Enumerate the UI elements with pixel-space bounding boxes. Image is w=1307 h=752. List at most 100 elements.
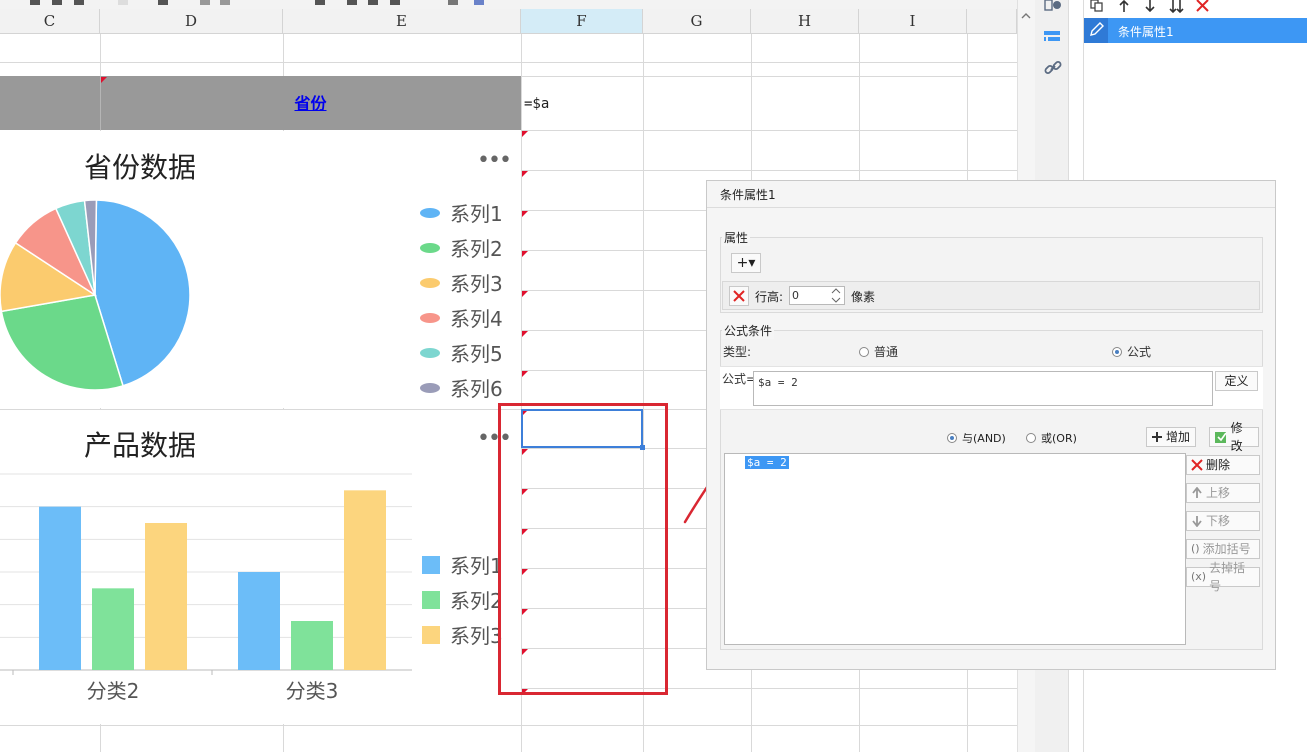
row-height-stepper[interactable]: 0 (789, 286, 845, 305)
column-header-c[interactable]: C (0, 9, 100, 34)
delete-icon[interactable] (1196, 0, 1210, 12)
toolbar-icon[interactable] (474, 0, 484, 5)
cell-marker (101, 77, 107, 83)
condition-list-entry[interactable]: $a = 2 (745, 456, 789, 469)
radio-button[interactable] (1026, 433, 1036, 443)
bar[interactable] (39, 506, 81, 670)
type-normal-radio[interactable]: 普通 (859, 343, 898, 360)
bar[interactable] (291, 621, 333, 670)
remove-parentheses-button[interactable]: (x) 去掉括号 (1186, 561, 1260, 593)
bar-chart-title: 产品数据 (84, 429, 197, 462)
add-condition-label: 增加 (1166, 430, 1191, 444)
column-header-e[interactable]: E (283, 9, 521, 34)
or-radio[interactable]: 或(OR) (1026, 430, 1077, 446)
pie-legend-item[interactable]: 系列3 (420, 268, 503, 297)
sort-icon[interactable] (1168, 0, 1186, 14)
category-label: 分类3 (286, 679, 339, 703)
delete-button[interactable]: 删除 (1186, 455, 1260, 475)
modify-condition-button[interactable]: 修改 (1209, 421, 1259, 453)
column-header-d[interactable]: D (100, 9, 283, 34)
pie-chart-plot (0, 199, 191, 391)
move-down-icon[interactable] (1144, 0, 1156, 12)
toolbar-icon[interactable] (74, 0, 84, 5)
plus-icon (1152, 432, 1162, 442)
bar[interactable] (145, 523, 187, 670)
bar-legend-item[interactable]: 系列1 (422, 550, 503, 579)
edit-icon[interactable] (1084, 18, 1108, 43)
add-condition-button[interactable]: 增加 (1146, 427, 1196, 447)
toolbar-icon[interactable] (220, 0, 230, 5)
condition-list[interactable]: $a = 2 (724, 453, 1186, 645)
legend-swatch (420, 312, 440, 323)
pie-legend-item[interactable]: 系列1 (420, 198, 503, 227)
toolbar-icon[interactable] (368, 0, 378, 5)
column-header-h[interactable]: H (751, 9, 859, 34)
remove-parentheses-label: 去掉括号 (1209, 561, 1246, 593)
toolbar-icon[interactable] (118, 0, 128, 5)
radio-button[interactable] (859, 346, 869, 357)
and-radio[interactable]: 与(AND) (947, 430, 1006, 446)
legend-swatch (420, 207, 440, 218)
cell-marker (522, 291, 528, 297)
pie-legend-item[interactable]: 系列6 (420, 373, 503, 402)
toolbar-icon[interactable] (30, 0, 40, 5)
row-height-label: 行高: (755, 290, 784, 304)
condition-list-item[interactable]: 条件属性1 (1084, 18, 1307, 43)
bar[interactable] (344, 490, 386, 670)
bar-legend-item[interactable]: 系列2 (422, 585, 503, 614)
formula-input[interactable]: $a = 2 (753, 371, 1213, 406)
toolbar-icon[interactable] (390, 0, 400, 5)
add-attribute-button[interactable]: +▾ (731, 253, 761, 273)
column-header-g[interactable]: G (643, 9, 751, 34)
cell-marker (522, 171, 528, 177)
column-header-i[interactable]: I (859, 9, 967, 34)
toolbar-icon[interactable] (315, 0, 325, 5)
bar[interactable] (92, 588, 134, 670)
legend-label: 系列3 (450, 272, 503, 296)
pie-legend-item[interactable]: 系列5 (420, 338, 503, 367)
pie-legend-item[interactable]: 系列2 (420, 233, 503, 262)
formula-cell[interactable]: =$a (524, 96, 549, 112)
delete-label: 删除 (1206, 458, 1231, 472)
scroll-up-icon[interactable] (1018, 8, 1034, 24)
hyperlink-icon[interactable] (1042, 57, 1064, 79)
move-down-button[interactable]: 下移 (1186, 511, 1260, 531)
bar[interactable] (238, 572, 280, 670)
toolbar-icon[interactable] (200, 0, 210, 5)
remove-row-height-button[interactable] (729, 286, 749, 306)
radio-button[interactable] (947, 433, 957, 443)
legend-swatch (420, 347, 440, 358)
unit-label: 像素 (851, 290, 876, 304)
formula-label: 公式= (722, 372, 757, 386)
move-up-icon[interactable] (1118, 0, 1130, 12)
dialog-title: 条件属性1 (720, 188, 776, 202)
toolbar-icon[interactable] (448, 0, 458, 5)
pie-chart-title: 省份数据 (84, 151, 197, 184)
add-parentheses-button[interactable]: () 添加括号 (1186, 539, 1260, 559)
toolbar-icon[interactable] (158, 0, 168, 5)
column-header-blank[interactable] (967, 9, 1017, 34)
condition-list-item-label: 条件属性1 (1118, 25, 1174, 39)
define-button[interactable]: 定义 (1215, 371, 1258, 391)
modify-condition-label: 修改 (1230, 421, 1243, 453)
move-up-button[interactable]: 上移 (1186, 483, 1260, 503)
pie-legend-item[interactable]: 系列4 (420, 303, 503, 332)
condition-attribute-icon[interactable] (1042, 27, 1064, 45)
province-header-link[interactable]: 省份 (100, 76, 521, 130)
cell-marker (522, 331, 528, 337)
move-up-label: 上移 (1206, 486, 1231, 500)
legend-label: 系列6 (450, 377, 503, 401)
legend-swatch (422, 555, 440, 574)
toolbar-icon[interactable] (52, 0, 62, 5)
toolbar-icon[interactable] (347, 0, 357, 5)
type-formula-radio[interactable]: 公式 (1112, 343, 1151, 360)
stepper-arrows-icon[interactable] (829, 287, 843, 304)
bar-legend-item[interactable]: 系列3 (422, 620, 503, 649)
copy-icon[interactable] (1090, 0, 1104, 12)
legend-swatch (422, 590, 440, 609)
column-header-f[interactable]: F (521, 9, 643, 34)
formula-input-value: $a = 2 (758, 376, 798, 389)
radio-button[interactable] (1112, 346, 1122, 357)
pie-chart-more-icon[interactable]: ••• (477, 148, 512, 173)
cell-info-icon[interactable] (1044, 0, 1062, 14)
